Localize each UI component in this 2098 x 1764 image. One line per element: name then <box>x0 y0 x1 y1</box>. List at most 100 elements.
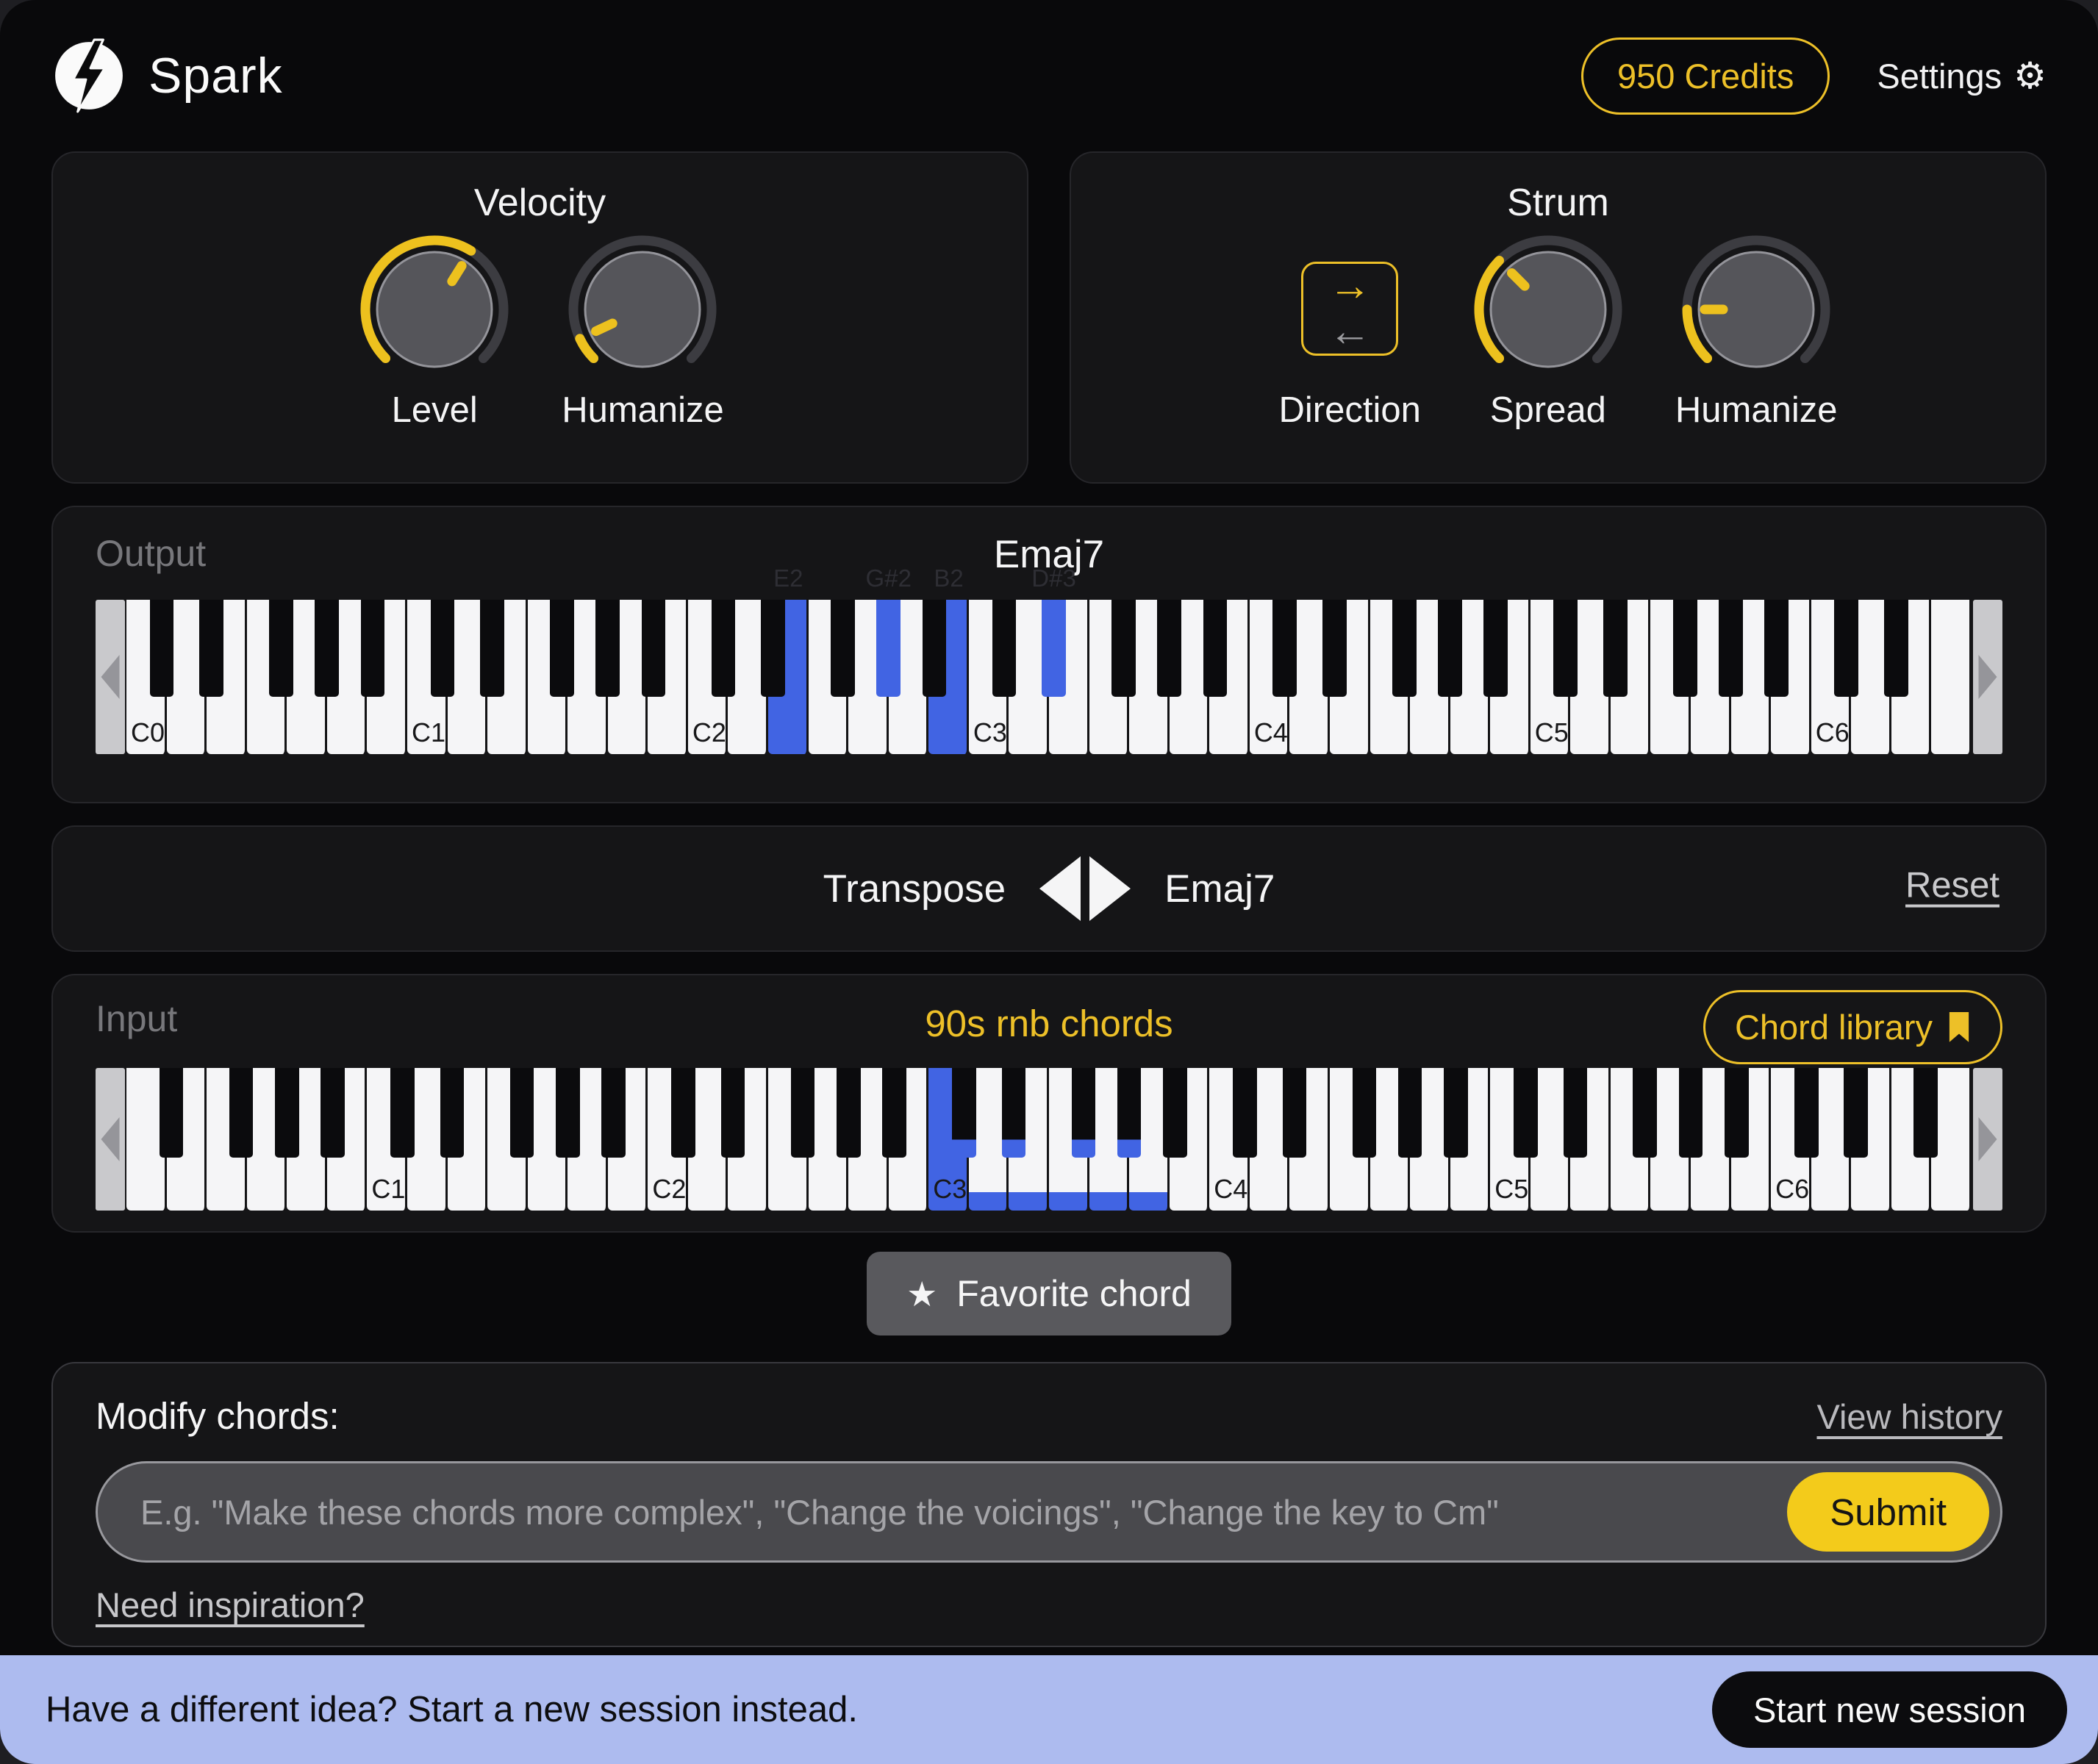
modify-chords-input[interactable] <box>139 1491 1787 1533</box>
velocity-humanize-knob[interactable] <box>564 231 721 388</box>
strum-humanize-knob[interactable] <box>1678 231 1835 388</box>
black-key-A#3[interactable] <box>1163 1068 1187 1158</box>
black-key-D#2[interactable] <box>721 1068 745 1158</box>
black-key-A#3[interactable] <box>1203 600 1228 697</box>
need-inspiration-link[interactable]: Need inspiration? <box>96 1585 365 1625</box>
black-key-F#1[interactable] <box>510 1068 534 1158</box>
black-key-C#2[interactable] <box>712 600 736 697</box>
strum-direction-button[interactable]: → ← <box>1301 262 1398 356</box>
black-key-F#3[interactable] <box>1111 600 1136 697</box>
black-key-A#0[interactable] <box>321 1068 345 1158</box>
black-key-D#1[interactable] <box>440 1068 465 1158</box>
strum-spread-knob[interactable] <box>1469 231 1627 388</box>
strum-humanize-control: Humanize <box>1675 231 1838 431</box>
black-key-A#1[interactable] <box>642 600 666 697</box>
chord-library-label: Chord library <box>1735 1007 1933 1047</box>
scroll-left-icon <box>101 655 120 699</box>
black-key-A#4[interactable] <box>1483 600 1508 697</box>
black-key-C#1[interactable] <box>431 600 455 697</box>
black-key-F#5[interactable] <box>1633 1068 1657 1158</box>
transpose-up-button[interactable] <box>1089 856 1131 921</box>
black-key-C#3[interactable] <box>952 1068 976 1158</box>
black-key-C#5[interactable] <box>1514 1068 1538 1158</box>
octave-label-C1: C1 <box>412 717 445 748</box>
favorite-chord-button[interactable]: ★ Favorite chord <box>867 1252 1231 1335</box>
octave-label-C2: C2 <box>692 717 726 748</box>
black-key-D#4[interactable] <box>1322 600 1347 697</box>
black-key-F#4[interactable] <box>1353 1068 1377 1158</box>
credits-button[interactable]: 950 Credits <box>1581 37 1830 115</box>
black-key-C#2[interactable] <box>671 1068 695 1158</box>
black-key-D#3[interactable] <box>1042 600 1066 697</box>
black-key-F#4[interactable] <box>1392 600 1417 697</box>
black-key-A#2[interactable] <box>923 600 947 697</box>
chord-library-button[interactable]: Chord library <box>1703 990 2002 1064</box>
black-key-G#3[interactable] <box>1117 1068 1142 1158</box>
black-key-D#3[interactable] <box>1002 1068 1026 1158</box>
black-key-G#1[interactable] <box>595 600 620 697</box>
black-key-A#4[interactable] <box>1444 1068 1468 1158</box>
black-key-C#5[interactable] <box>1553 600 1578 697</box>
scroll-left-icon <box>101 1117 120 1161</box>
banner-message: Have a different idea? Start a new sessi… <box>46 1689 858 1730</box>
black-key-A#5[interactable] <box>1725 1068 1749 1158</box>
output-scroll-right[interactable] <box>1973 600 2002 754</box>
black-key-G#1[interactable] <box>556 1068 580 1158</box>
black-key-A#5[interactable] <box>1764 600 1789 697</box>
black-key-A#2[interactable] <box>882 1068 906 1158</box>
black-key-G#4[interactable] <box>1438 600 1462 697</box>
black-key-D#2[interactable] <box>761 600 785 697</box>
input-scroll-right[interactable] <box>1973 1068 2002 1211</box>
start-new-session-button[interactable]: Start new session <box>1712 1671 2067 1748</box>
transpose-chord-name: Emaj7 <box>1164 867 1275 911</box>
black-key-G#0[interactable] <box>275 1068 299 1158</box>
velocity-knob-group: Level Humanize <box>356 231 724 431</box>
black-key-G#5[interactable] <box>1719 600 1743 697</box>
black-key-F#6[interactable] <box>1913 1068 1938 1158</box>
white-key-F6[interactable] <box>1931 600 1972 754</box>
velocity-level-control: Level <box>356 231 513 431</box>
black-key-F#5[interactable] <box>1673 600 1697 697</box>
black-key-F#2[interactable] <box>831 600 855 697</box>
black-key-D#1[interactable] <box>480 600 504 697</box>
input-scroll-left[interactable] <box>96 1068 125 1211</box>
black-key-F#0[interactable] <box>269 600 293 697</box>
black-key-C#6[interactable] <box>1794 1068 1819 1158</box>
black-key-C#4[interactable] <box>1233 1068 1257 1158</box>
black-key-F#1[interactable] <box>550 600 574 697</box>
black-key-D#5[interactable] <box>1564 1068 1588 1158</box>
submit-button[interactable]: Submit <box>1787 1472 1989 1552</box>
black-key-D#6[interactable] <box>1884 600 1908 697</box>
black-key-G#0[interactable] <box>315 600 339 697</box>
transpose-down-button[interactable] <box>1039 856 1081 921</box>
black-key-F#3[interactable] <box>1072 1068 1096 1158</box>
transpose-reset-link[interactable]: Reset <box>1905 865 1999 906</box>
strum-direction-control: → ← Direction <box>1279 231 1421 431</box>
black-key-G#5[interactable] <box>1679 1068 1703 1158</box>
black-key-C#0[interactable] <box>150 600 174 697</box>
velocity-humanize-label: Humanize <box>562 390 724 431</box>
settings-button[interactable]: Settings ⚙ <box>1877 56 2047 96</box>
black-key-A#0[interactable] <box>361 600 385 697</box>
velocity-level-knob[interactable] <box>356 231 513 388</box>
black-key-D#6[interactable] <box>1844 1068 1868 1158</box>
black-key-D#0[interactable] <box>199 600 223 697</box>
black-key-D#0[interactable] <box>160 1068 184 1158</box>
black-key-C#6[interactable] <box>1834 600 1858 697</box>
black-key-A#1[interactable] <box>601 1068 626 1158</box>
black-key-C#4[interactable] <box>1272 600 1297 697</box>
left-arrow-icon: ← <box>1328 310 1371 353</box>
output-scroll-left[interactable] <box>96 600 125 754</box>
black-key-C#1[interactable] <box>390 1068 415 1158</box>
black-key-G#3[interactable] <box>1157 600 1181 697</box>
black-key-G#2[interactable] <box>837 1068 861 1158</box>
black-key-D#4[interactable] <box>1283 1068 1307 1158</box>
view-history-link[interactable]: View history <box>1816 1396 2002 1437</box>
scroll-right-icon <box>1979 1117 1997 1161</box>
black-key-D#5[interactable] <box>1603 600 1628 697</box>
black-key-F#0[interactable] <box>229 1068 254 1158</box>
black-key-F#2[interactable] <box>791 1068 815 1158</box>
black-key-C#3[interactable] <box>992 600 1017 697</box>
black-key-G#2[interactable] <box>876 600 901 697</box>
black-key-G#4[interactable] <box>1398 1068 1422 1158</box>
